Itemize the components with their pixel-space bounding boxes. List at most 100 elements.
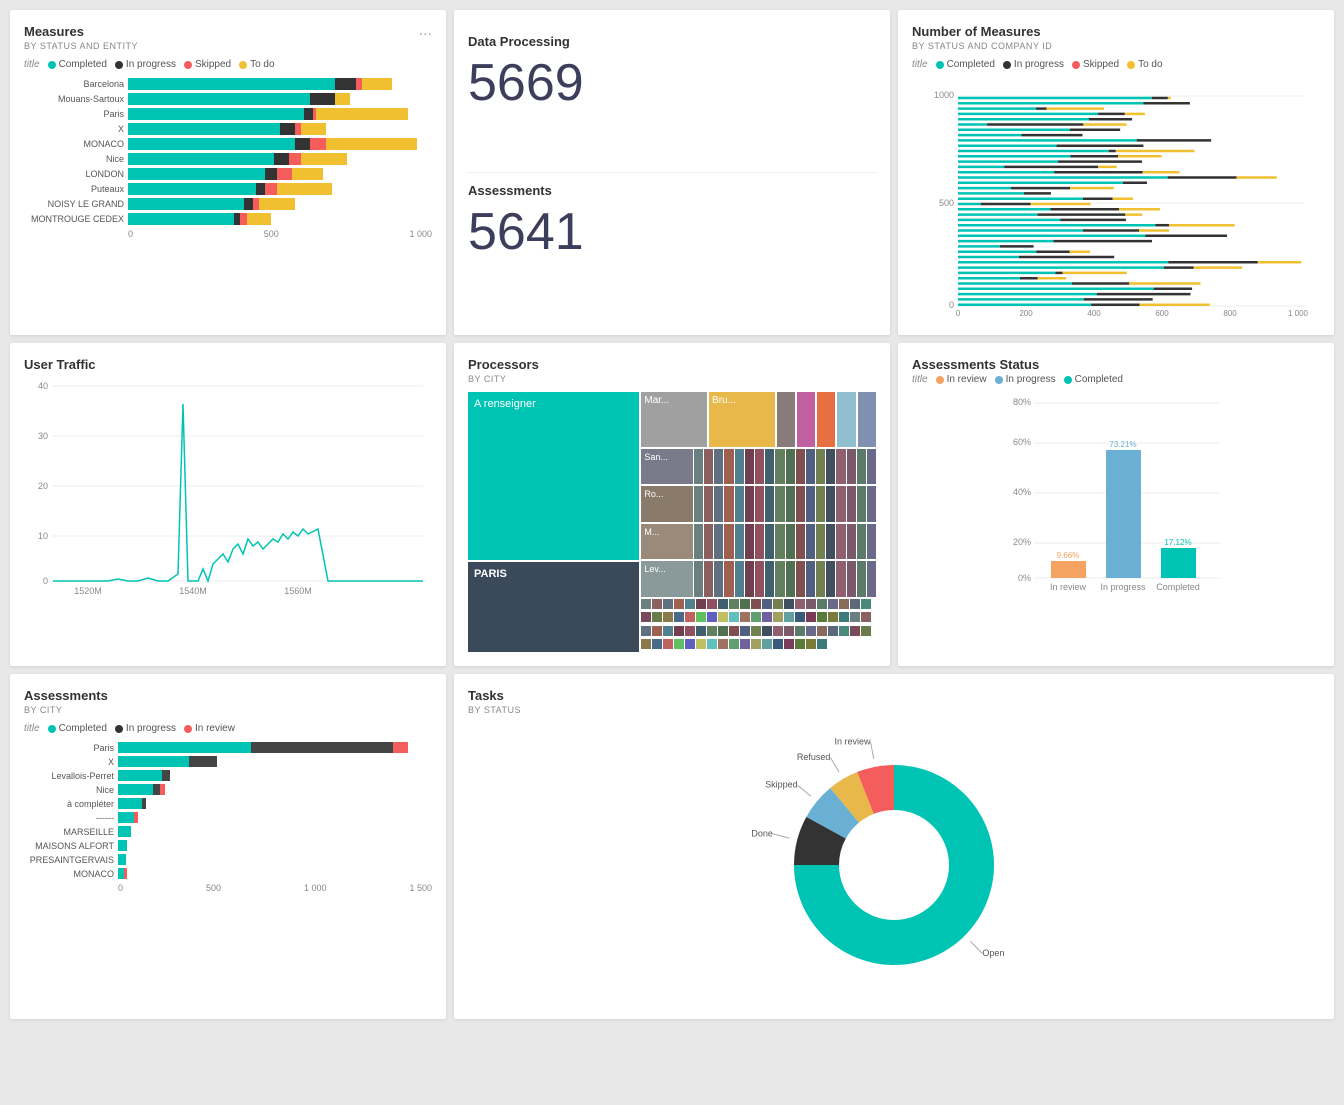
- bar-segment: [335, 78, 356, 90]
- bar-segment: [301, 123, 325, 135]
- bar-in-review: [1051, 561, 1086, 578]
- bar-segment: [128, 153, 274, 165]
- bar-label: Barcelona: [24, 79, 124, 89]
- bar-segment: [277, 183, 332, 195]
- treemap-cell: [861, 612, 871, 622]
- svg-text:73.21%: 73.21%: [1109, 440, 1136, 449]
- treemap-cell: [795, 612, 805, 622]
- ac-legend-in-review: In review: [184, 723, 235, 734]
- skipped-label: Skipped: [195, 59, 231, 70]
- assess-city-bar-row: MONACO: [24, 868, 432, 879]
- treemap-cell: [663, 626, 673, 636]
- treemap-cell: [714, 449, 723, 484]
- treemap-cell: [839, 626, 849, 636]
- measures-bar-row: X: [24, 123, 432, 135]
- measures-title: Measures: [24, 24, 138, 39]
- treemap-cell: [806, 599, 816, 609]
- treemap-cell: [816, 449, 825, 484]
- measures-bar-row: MONTROUGE CEDEX: [24, 213, 432, 225]
- measures-axis: 0 500 1 000: [128, 229, 432, 239]
- data-processing-card: Data Processing 5669 Assessments 5641: [454, 10, 890, 335]
- legend-skipped: Skipped: [184, 59, 231, 70]
- treemap-cell: [641, 612, 651, 622]
- treemap-cell: [696, 639, 706, 649]
- hbar-segment: [118, 784, 153, 795]
- as-in-review-dot: [936, 376, 944, 384]
- treemap-cell: [777, 392, 795, 447]
- treemap-cell: [867, 524, 876, 559]
- bar-segment: [128, 123, 280, 135]
- treemap-cell: [751, 626, 761, 636]
- treemap-cell: [816, 486, 825, 521]
- treemap-cell: [857, 561, 866, 596]
- axis-500: 500: [264, 229, 279, 239]
- svg-text:In progress: In progress: [1100, 582, 1146, 592]
- measures-bar-row: NOISY LE GRAND: [24, 198, 432, 210]
- treemap-cell: [740, 626, 750, 636]
- treemap-cell: [806, 524, 815, 559]
- svg-text:60%: 60%: [1013, 437, 1031, 447]
- bar-segment: [335, 93, 350, 105]
- bar-segment: [128, 168, 265, 180]
- treemap-cell: [796, 449, 805, 484]
- treemap-cell: [806, 486, 815, 521]
- treemap-cell: [718, 612, 728, 622]
- treemap-cell: [663, 599, 673, 609]
- treemap-cell: [817, 599, 827, 609]
- bar-segment: [128, 93, 310, 105]
- treemap-cell: [786, 524, 795, 559]
- treemap-cell: [795, 639, 805, 649]
- treemap-cell: [707, 612, 717, 622]
- treemap-cell: [784, 639, 794, 649]
- svg-text:40: 40: [38, 381, 48, 391]
- treemap-cell: [765, 486, 774, 521]
- treemap-cell: [762, 639, 772, 649]
- measures-bar-chart: BarcelonaMouans-SartouxParisXMONACONiceL…: [24, 78, 432, 225]
- nm-completed-dot: [936, 61, 944, 69]
- assess-city-bar-row: MAISONS ALFORT: [24, 840, 432, 851]
- completed-label: Completed: [59, 59, 107, 70]
- treemap-cell: [765, 449, 774, 484]
- bar-segment: [362, 78, 392, 90]
- treemap-cell: [795, 599, 805, 609]
- hbar-label: MAISONS ALFORT: [24, 841, 114, 851]
- assess-city-bar-chart: ParisXLevallois-PerretNiceà compléter---…: [24, 742, 432, 879]
- hbar-container: [118, 770, 432, 781]
- ac-axis-1500: 1 500: [409, 883, 432, 893]
- nm-in-progress-label: In progress: [1014, 59, 1064, 70]
- treemap-cell: [694, 561, 703, 596]
- bar-segment: [310, 93, 334, 105]
- measures-bar-row: Barcelona: [24, 78, 432, 90]
- hbar-container: [118, 812, 432, 823]
- treemap-cell: [696, 612, 706, 622]
- treemap-cell: [714, 486, 723, 521]
- treemap-cell: [652, 599, 662, 609]
- treemap-cell: [806, 626, 816, 636]
- hbar-segment: [118, 854, 126, 865]
- treemap-cell: [652, 626, 662, 636]
- treemap-labeled-cell: M...: [641, 524, 693, 559]
- hbar-container: [118, 826, 432, 837]
- nm-skipped-dot: [1072, 61, 1080, 69]
- legend-title-measures: title: [24, 59, 40, 70]
- as-legend-in-progress: In progress: [995, 374, 1056, 385]
- treemap-cell: [786, 486, 795, 521]
- donut-label: In review: [835, 737, 872, 747]
- donut-label: Skipped: [765, 780, 798, 790]
- measures-bar-row: LONDON: [24, 168, 432, 180]
- bar-container: [128, 213, 432, 225]
- assess-city-bar-row: PRESAINTGERVAIS: [24, 854, 432, 865]
- measures-more[interactable]: ...: [419, 22, 432, 40]
- treemap-cell: [857, 449, 866, 484]
- treemap-cell: [718, 626, 728, 636]
- treemap-cell: [724, 486, 733, 521]
- bar-container: [128, 168, 432, 180]
- as-legend-completed: Completed: [1064, 374, 1123, 385]
- hbar-segment: [142, 798, 147, 809]
- svg-text:40%: 40%: [1013, 487, 1031, 497]
- treemap-cell: [847, 561, 856, 596]
- treemap-cell: [652, 612, 662, 622]
- hbar-segment: [118, 840, 127, 851]
- bar-segment: [128, 138, 295, 150]
- treemap-cell: [674, 599, 684, 609]
